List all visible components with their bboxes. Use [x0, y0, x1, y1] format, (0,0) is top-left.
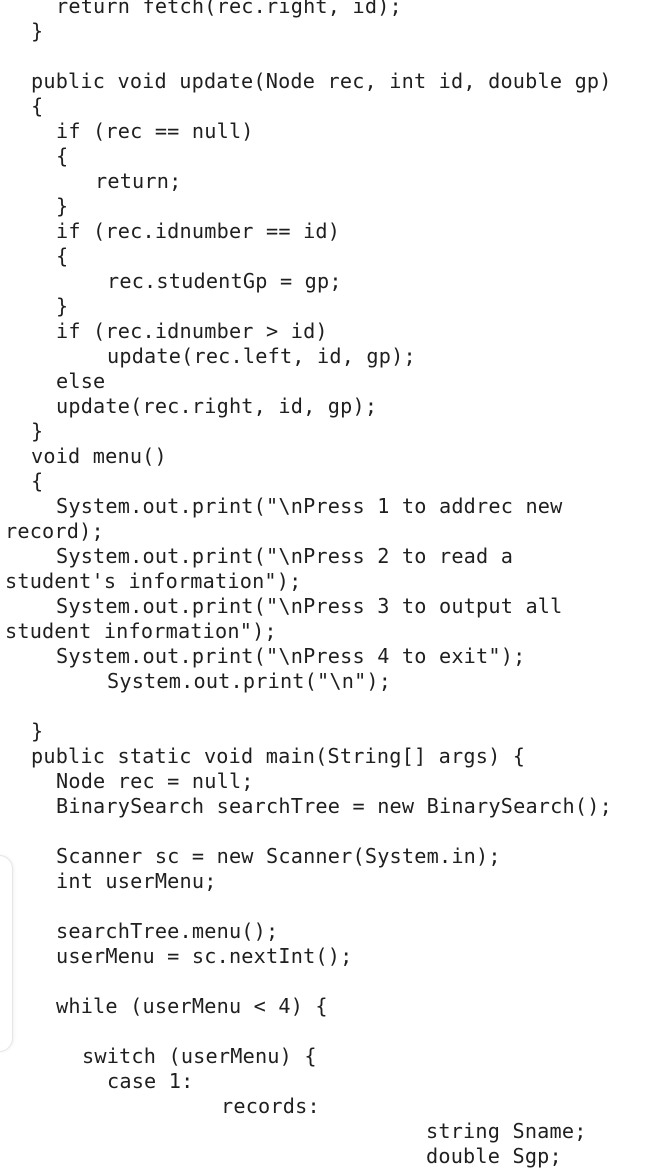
code-line: record);: [0, 519, 645, 544]
code-text: record);: [5, 519, 104, 543]
code-text: return fetch(rec.right, id);: [56, 0, 402, 18]
code-text: switch (userMenu) {: [82, 1044, 317, 1068]
code-line: {: [0, 469, 645, 494]
code-line: rec.studentGp = gp;: [0, 269, 645, 294]
code-line: else: [0, 369, 645, 394]
code-text: return;: [95, 169, 182, 193]
code-text: Scanner sc = new Scanner(System.in);: [56, 844, 501, 868]
code-line: }: [0, 419, 645, 444]
code-line: System.out.print("\nPress 2 to read a: [0, 544, 645, 569]
code-line: while (userMenu < 4) {: [0, 994, 645, 1019]
code-line: public static void main(String[] args) {: [0, 744, 645, 769]
code-line: if (rec == null): [0, 119, 645, 144]
code-line: double Sgp;: [0, 1144, 645, 1169]
code-line: BinarySearch searchTree = new BinarySear…: [0, 794, 645, 819]
code-line: System.out.print("\nPress 1 to addrec ne…: [0, 494, 645, 519]
code-line: string Sname;: [0, 1119, 645, 1144]
code-text: student's information");: [5, 569, 302, 593]
code-text: int userMenu;: [56, 869, 217, 893]
code-line: if (rec.idnumber == id): [0, 219, 645, 244]
code-text: if (rec.idnumber == id): [56, 219, 341, 243]
code-line: return fetch(rec.right, id);: [0, 0, 645, 19]
code-line: update(rec.left, id, gp);: [0, 344, 645, 369]
code-text: void menu(): [31, 444, 167, 468]
code-text: {: [31, 469, 44, 493]
code-text: System.out.print("\n");: [107, 669, 392, 693]
code-line: update(rec.right, id, gp);: [0, 394, 645, 419]
code-text: Node rec = null;: [56, 769, 254, 793]
code-text: rec.studentGp = gp;: [107, 269, 342, 293]
code-line: public void update(Node rec, int id, dou…: [0, 69, 645, 94]
code-line: student's information");: [0, 569, 645, 594]
code-line: searchTree.menu();: [0, 919, 645, 944]
code-line: }: [0, 294, 645, 319]
code-text: userMenu = sc.nextInt();: [56, 944, 353, 968]
code-line: case 1:: [0, 1069, 645, 1094]
code-line: student information");: [0, 619, 645, 644]
code-text: }: [31, 719, 44, 743]
code-text: records:: [221, 1094, 320, 1118]
code-line: }: [0, 19, 645, 44]
code-text: if (rec == null): [56, 119, 254, 143]
code-line: {: [0, 144, 645, 169]
code-text: System.out.print("\nPress 1 to addrec ne…: [56, 494, 563, 518]
code-line: System.out.print("\nPress 3 to output al…: [0, 594, 645, 619]
code-text: {: [56, 144, 69, 168]
code-line: records:: [0, 1094, 645, 1119]
code-line: Scanner sc = new Scanner(System.in);: [0, 844, 645, 869]
code-line: }: [0, 719, 645, 744]
code-text: while (userMenu < 4) {: [56, 994, 328, 1018]
code-line: if (rec.idnumber > id): [0, 319, 645, 344]
code-text: update(rec.right, id, gp);: [56, 394, 378, 418]
code-line: void menu(): [0, 444, 645, 469]
code-line: }: [0, 194, 645, 219]
code-text: {: [56, 244, 69, 268]
code-text: System.out.print("\nPress 2 to read a: [56, 544, 514, 568]
code-block: return fetch(rec.left, id);return fetch(…: [0, 0, 645, 1169]
code-text: string Sname;: [426, 1119, 587, 1143]
code-text: searchTree.menu();: [56, 919, 279, 943]
code-line: {: [0, 244, 645, 269]
code-text: student information");: [5, 619, 277, 643]
code-text: }: [56, 294, 69, 318]
code-text: else: [56, 369, 106, 393]
code-line: userMenu = sc.nextInt();: [0, 944, 645, 969]
code-line: switch (userMenu) {: [0, 1044, 645, 1069]
code-text: case 1:: [107, 1069, 194, 1093]
code-text: System.out.print("\nPress 3 to output al…: [56, 594, 563, 618]
code-text: {: [31, 94, 44, 118]
code-line: Node rec = null;: [0, 769, 645, 794]
code-line: System.out.print("\n");: [0, 669, 645, 694]
code-text: }: [56, 194, 69, 218]
code-text: update(rec.left, id, gp);: [107, 344, 416, 368]
code-text: double Sgp;: [426, 1144, 562, 1168]
code-text: System.out.print("\nPress 4 to exit");: [56, 644, 526, 668]
code-text: if (rec.idnumber > id): [56, 319, 328, 343]
code-text: public void update(Node rec, int id, dou…: [31, 69, 612, 93]
code-line: return;: [0, 169, 645, 194]
code-line: {: [0, 94, 645, 119]
code-text: }: [31, 19, 44, 43]
code-text: }: [31, 419, 44, 443]
code-text: BinarySearch searchTree = new BinarySear…: [56, 794, 612, 818]
code-line: int userMenu;: [0, 869, 645, 894]
code-line: System.out.print("\nPress 4 to exit");: [0, 644, 645, 669]
code-text: public static void main(String[] args) {: [31, 744, 526, 768]
